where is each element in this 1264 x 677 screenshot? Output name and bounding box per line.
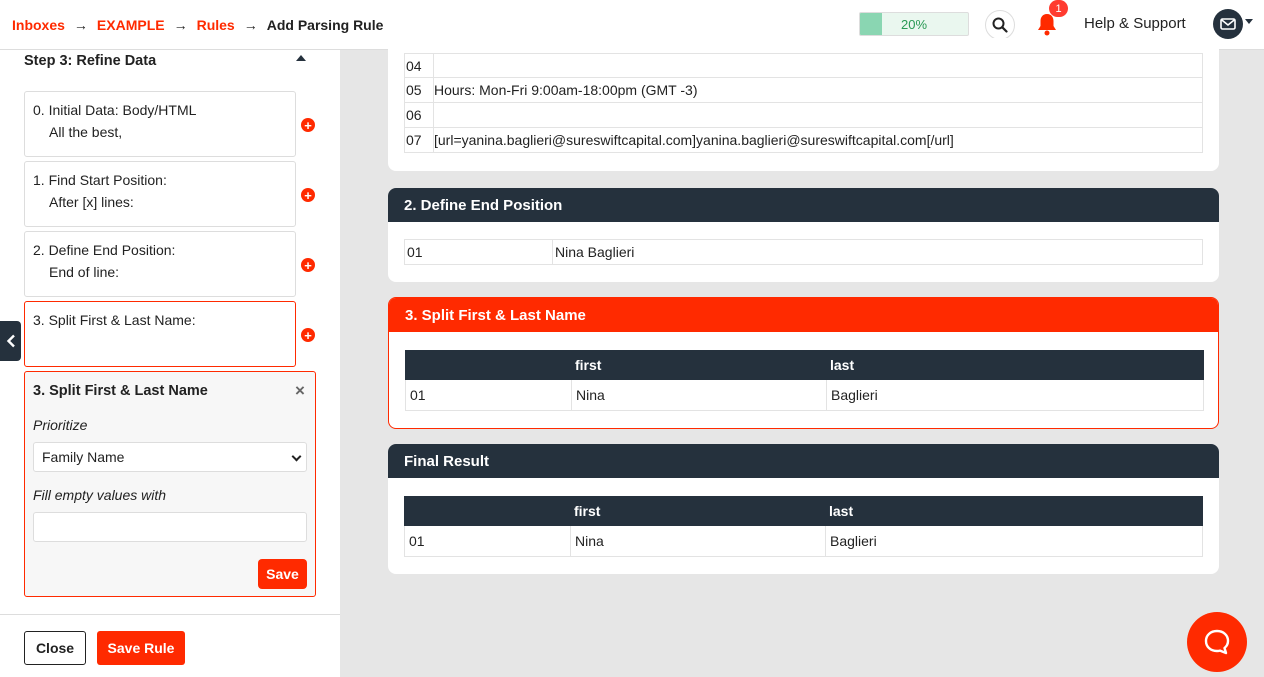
step-title: 0. Initial Data: Body/HTML <box>33 102 197 118</box>
final-result-card: Final Result first last 01 Nina Baglieri <box>388 444 1219 574</box>
close-icon[interactable]: × <box>295 381 305 401</box>
divider <box>0 614 340 615</box>
breadcrumb-current: Add Parsing Rule <box>266 16 384 33</box>
row-number: 01 <box>406 380 572 410</box>
fill-empty-input[interactable] <box>33 512 307 542</box>
split-name-edit-panel: 3. Split First & Last Name × Prioritize … <box>24 371 316 597</box>
split-name-table: first last 01 Nina Baglieri <box>405 350 1204 411</box>
row-number: 06 <box>406 107 422 123</box>
search-icon <box>992 17 1008 33</box>
end-position-rows: 01 Nina Baglieri <box>404 239 1203 265</box>
step-detail: After [x] lines: <box>49 194 134 210</box>
list-item: 07 [url=yanina.baglieri@sureswiftcapital… <box>404 128 1203 153</box>
table-header: first last <box>404 496 1203 526</box>
breadcrumb-example[interactable]: EXAMPLE <box>97 17 165 33</box>
prioritize-label: Prioritize <box>33 417 88 433</box>
sidebar-title: Step 3: Refine Data <box>24 53 157 69</box>
help-support-link[interactable]: Help & Support <box>1084 15 1186 32</box>
cell-last: Baglieri <box>831 387 878 403</box>
list-item: 06 <box>404 103 1203 128</box>
row-value: Hours: Mon-Fri 9:00am-18:00pm (GMT -3) <box>433 78 1202 102</box>
notification-badge: 1 <box>1049 0 1068 17</box>
list-item: 04 <box>404 53 1203 78</box>
table-header: first last <box>405 350 1204 380</box>
step-title: 1. Find Start Position: <box>33 172 167 188</box>
save-rule-button[interactable]: Save Rule <box>97 631 185 665</box>
table-row: 01 Nina Baglieri <box>405 380 1204 411</box>
arrow-right-icon: → <box>173 16 188 33</box>
add-step-icon[interactable]: + <box>301 188 315 202</box>
add-step-icon[interactable]: + <box>301 118 315 132</box>
row-number: 04 <box>406 57 422 74</box>
column-header-first: first <box>574 503 601 519</box>
final-result-table: first last 01 Nina Baglieri <box>404 496 1203 557</box>
row-value: Nina Baglieri <box>552 240 1202 264</box>
row-number: 05 <box>406 82 422 98</box>
chevron-left-icon <box>6 334 15 348</box>
step-card-split-name[interactable]: 3. Split First & Last Name: <box>24 301 296 367</box>
chat-launcher-button[interactable] <box>1187 612 1247 672</box>
prioritize-select[interactable]: Family Name <box>33 442 307 472</box>
close-button[interactable]: Close <box>24 631 86 665</box>
step-card-initial-data[interactable]: 0. Initial Data: Body/HTML All the best, <box>24 91 296 157</box>
panel-title: 3. Split First & Last Name <box>33 383 208 399</box>
row-value: [url=yanina.baglieri@sureswiftcapital.co… <box>433 128 1202 152</box>
row-value <box>433 103 1202 127</box>
step-title: 2. Define End Position: <box>33 242 176 258</box>
step-detail: All the best, <box>49 124 123 140</box>
list-item: 05 Hours: Mon-Fri 9:00am-18:00pm (GMT -3… <box>404 78 1203 103</box>
end-position-card: 2. Define End Position 01 Nina Baglieri <box>388 188 1219 282</box>
table-row: 01 Nina Baglieri <box>404 526 1203 557</box>
rule-sidebar: Step 3: Refine Data 0. Initial Data: Bod… <box>0 50 340 677</box>
breadcrumb-rules[interactable]: Rules <box>197 17 235 33</box>
row-value <box>433 54 1202 77</box>
prioritize-value: Family Name <box>42 449 125 465</box>
column-header-last: last <box>830 357 855 373</box>
column-header <box>405 350 571 380</box>
split-name-card: 3. Split First & Last Name first last 01… <box>388 297 1219 429</box>
breadcrumb-inboxes[interactable]: Inboxes <box>12 17 65 33</box>
row-number: 01 <box>407 244 423 260</box>
column-header <box>404 496 570 526</box>
step-title: 3. Split First & Last Name: <box>33 312 196 328</box>
initial-data-card: 04 05 Hours: Mon-Fri 9:00am-18:00pm (GMT… <box>388 38 1219 171</box>
step-card-find-start[interactable]: 1. Find Start Position: After [x] lines: <box>24 161 296 227</box>
fill-empty-label: Fill empty values with <box>33 487 167 503</box>
sidebar-toggle-button[interactable] <box>0 321 21 361</box>
card-title: 3. Split First & Last Name <box>389 298 1218 332</box>
chevron-down-icon <box>291 451 302 462</box>
step-card-define-end[interactable]: 2. Define End Position: End of line: <box>24 231 296 297</box>
search-button[interactable] <box>985 10 1015 40</box>
column-header-first: first <box>575 357 602 373</box>
column-header-last: last <box>829 503 854 519</box>
row-number: 07 <box>406 132 422 148</box>
arrow-right-icon: → <box>73 16 88 33</box>
cell-first: Nina <box>572 380 827 410</box>
account-menu-button[interactable] <box>1213 9 1243 39</box>
step-detail: End of line: <box>49 264 120 280</box>
cell-first: Nina <box>571 526 826 556</box>
row-number: 01 <box>405 526 571 556</box>
initial-data-rows: 04 05 Hours: Mon-Fri 9:00am-18:00pm (GMT… <box>404 53 1203 153</box>
mail-icon <box>1220 18 1236 30</box>
chat-bubble-icon <box>1204 629 1230 655</box>
breadcrumb: Inboxes → EXAMPLE → Rules → Add Parsing … <box>12 17 383 33</box>
cell-last: Baglieri <box>830 533 877 549</box>
onboarding-progress[interactable]: 20% <box>859 12 969 36</box>
add-step-icon[interactable]: + <box>301 258 315 272</box>
progress-label: 20% <box>900 16 928 32</box>
save-step-button[interactable]: Save <box>258 559 307 589</box>
arrow-right-icon: → <box>243 16 258 33</box>
chevron-down-icon[interactable] <box>1245 19 1253 24</box>
card-title: 2. Define End Position <box>388 188 1219 222</box>
list-item: 01 Nina Baglieri <box>404 239 1203 265</box>
add-step-icon[interactable]: + <box>301 328 315 342</box>
collapse-up-icon[interactable] <box>296 55 306 61</box>
card-title: Final Result <box>388 444 1219 478</box>
